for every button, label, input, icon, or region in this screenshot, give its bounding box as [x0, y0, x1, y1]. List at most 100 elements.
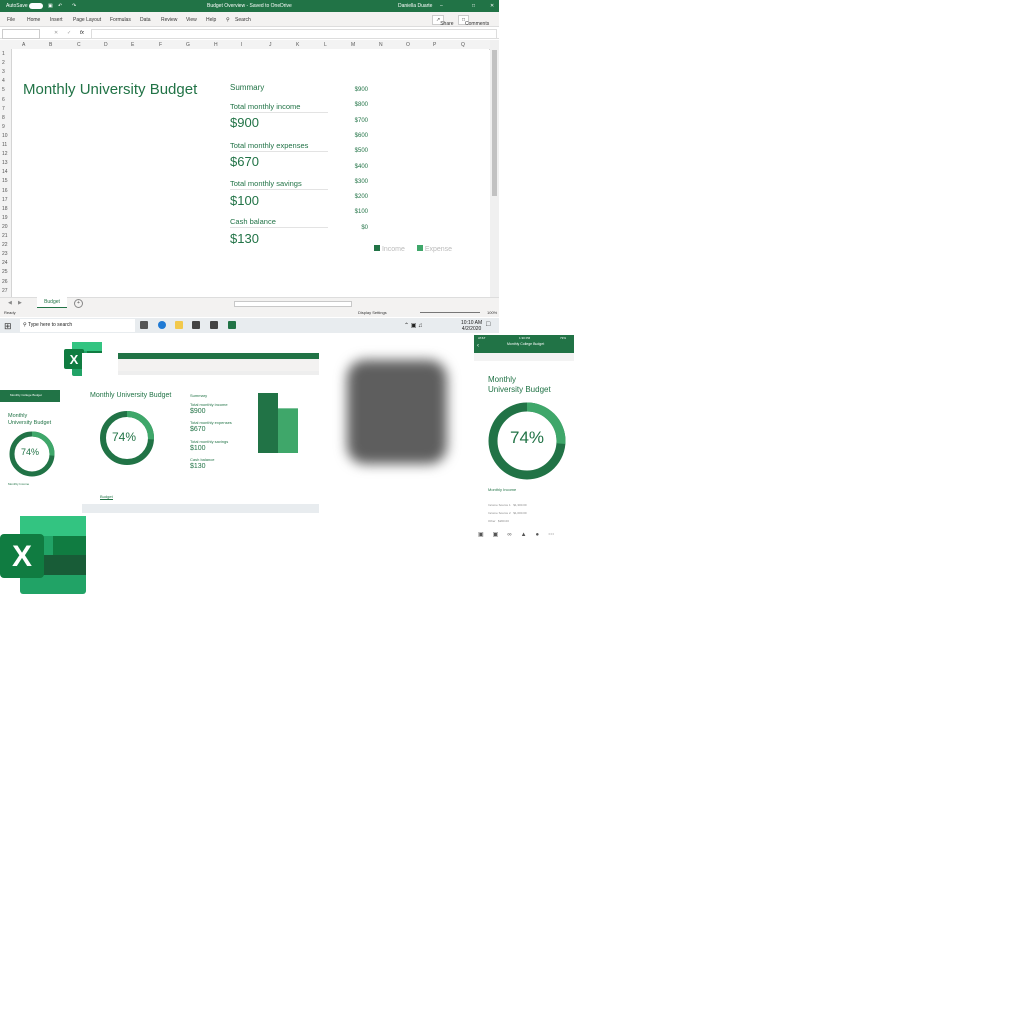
clock[interactable]: 10:10 AM 4/2/2020 [461, 320, 482, 332]
search-icon[interactable]: ⚲ [226, 17, 230, 23]
column-header[interactable]: H [214, 42, 218, 48]
status-bar: Ready Display Settings 100% [0, 308, 499, 317]
row-header[interactable]: 12 [2, 151, 8, 157]
row-header[interactable]: 18 [2, 206, 8, 212]
row-header[interactable]: 6 [2, 97, 5, 103]
store-icon[interactable] [210, 321, 218, 329]
row-header[interactable]: 1 [2, 51, 5, 57]
row-header[interactable]: 2 [2, 60, 5, 66]
vertical-scroll-thumb[interactable] [492, 50, 497, 196]
start-icon[interactable]: ⊞ [4, 321, 12, 332]
row-header[interactable]: 14 [2, 169, 8, 175]
sheet-grid[interactable]: Monthly University Budget Summary Total … [12, 49, 489, 297]
row-header[interactable]: 5 [2, 87, 5, 93]
save-icon[interactable]: ▣ [48, 3, 53, 9]
row-header[interactable]: 15 [2, 178, 8, 184]
column-header[interactable]: A [22, 42, 25, 48]
tab-data[interactable]: Data [140, 17, 151, 23]
laptop-chart [258, 393, 298, 453]
tab-help[interactable]: Help [206, 17, 216, 23]
cancel-icon[interactable]: ✕ [54, 30, 58, 36]
column-header[interactable]: N [379, 42, 383, 48]
row-header[interactable]: 20 [2, 224, 8, 230]
tab-left-arrow-icon[interactable]: ◀ [8, 300, 12, 306]
tab-view[interactable]: View [186, 17, 197, 23]
user-name[interactable]: Daniella Duarte [398, 3, 432, 9]
row-header[interactable]: 8 [2, 115, 5, 121]
row-header[interactable]: 27 [2, 288, 8, 294]
phone-right-back-icon[interactable]: ‹ [477, 343, 479, 349]
excel-taskbar-icon[interactable] [228, 321, 236, 329]
search-label[interactable]: Search [235, 17, 251, 23]
row-header[interactable]: 16 [2, 188, 8, 194]
row-header[interactable]: 17 [2, 197, 8, 203]
tray-icons[interactable]: ⌃ ▣ ♫ [404, 322, 423, 329]
column-header[interactable]: K [296, 42, 299, 48]
zoom-slider[interactable] [420, 312, 480, 313]
comments-button[interactable]: □ Comments [458, 15, 489, 27]
minimize-icon[interactable]: – [440, 3, 443, 9]
autosave-toggle[interactable] [29, 3, 43, 9]
column-header[interactable]: C [77, 42, 81, 48]
row-header[interactable]: 11 [2, 142, 7, 148]
row-header[interactable]: 7 [2, 106, 5, 112]
summary-heading: Summary [230, 83, 265, 92]
row-header[interactable]: 3 [2, 69, 5, 75]
column-header[interactable]: E [131, 42, 134, 48]
row-header[interactable]: 9 [2, 124, 5, 130]
column-header[interactable]: G [186, 42, 190, 48]
laptop-cash-value: $130 [190, 463, 206, 470]
phone-left-title-line1: Monthly [8, 413, 28, 419]
row-header[interactable]: 24 [2, 260, 8, 266]
column-header[interactable]: J [269, 42, 272, 48]
share-button[interactable]: ↗ Share [432, 15, 454, 27]
y-tick-label: $900 [354, 87, 368, 93]
row-header[interactable]: 13 [2, 160, 8, 166]
column-header[interactable]: L [324, 42, 327, 48]
row-header[interactable]: 10 [2, 133, 8, 139]
name-box[interactable] [2, 29, 40, 39]
tab-insert[interactable]: Insert [50, 17, 63, 23]
column-header[interactable]: P [433, 42, 436, 48]
row-header[interactable]: 26 [2, 279, 8, 285]
edge-icon[interactable] [158, 321, 166, 329]
row-header[interactable]: 19 [2, 215, 8, 221]
tab-right-arrow-icon[interactable]: ▶ [18, 300, 22, 306]
tab-file[interactable]: File [7, 17, 15, 23]
row-header[interactable]: 4 [2, 78, 5, 84]
fx-label[interactable]: fx [80, 30, 84, 36]
laptop-title: Monthly University Budget [90, 392, 172, 399]
row-header[interactable]: 22 [2, 242, 8, 248]
row-header[interactable]: 21 [2, 233, 8, 239]
phone-right-title: Monthly University Budget [488, 375, 551, 395]
row-header[interactable]: 23 [2, 251, 8, 257]
undo-icon[interactable]: ↶ [58, 3, 62, 9]
tab-formulas[interactable]: Formulas [110, 17, 131, 23]
row-header[interactable]: 25 [2, 269, 8, 275]
tab-review[interactable]: Review [161, 17, 177, 23]
maximize-icon[interactable]: □ [472, 3, 475, 9]
phone-right-bottom-toolbar[interactable]: ▣▣∞▲●⋯ [478, 531, 563, 538]
column-header[interactable]: F [159, 42, 162, 48]
mail-icon[interactable] [192, 321, 200, 329]
taskbar-search[interactable]: ⚲ Type here to search [20, 319, 135, 332]
add-sheet-button[interactable]: + [74, 299, 83, 308]
notifications-icon[interactable]: □ [486, 321, 490, 328]
formula-input[interactable] [91, 29, 497, 39]
title-bar: AutoSave ▣ ↶ ↷ Budget Overview - Saved t… [0, 0, 499, 12]
column-header[interactable]: D [104, 42, 108, 48]
column-header[interactable]: Q [461, 42, 465, 48]
file-explorer-icon[interactable] [175, 321, 183, 329]
display-settings[interactable]: Display Settings [358, 310, 387, 315]
column-header[interactable]: O [406, 42, 410, 48]
column-header[interactable]: B [49, 42, 52, 48]
tab-page-layout[interactable]: Page Layout [73, 17, 101, 23]
close-icon[interactable]: ✕ [490, 3, 494, 9]
tab-home[interactable]: Home [27, 17, 40, 23]
column-header[interactable]: I [241, 42, 242, 48]
horizontal-scrollbar[interactable] [234, 301, 352, 307]
enter-icon[interactable]: ✓ [67, 30, 71, 36]
redo-icon[interactable]: ↷ [72, 3, 76, 9]
task-view-icon[interactable] [140, 321, 148, 329]
column-header[interactable]: M [351, 42, 355, 48]
